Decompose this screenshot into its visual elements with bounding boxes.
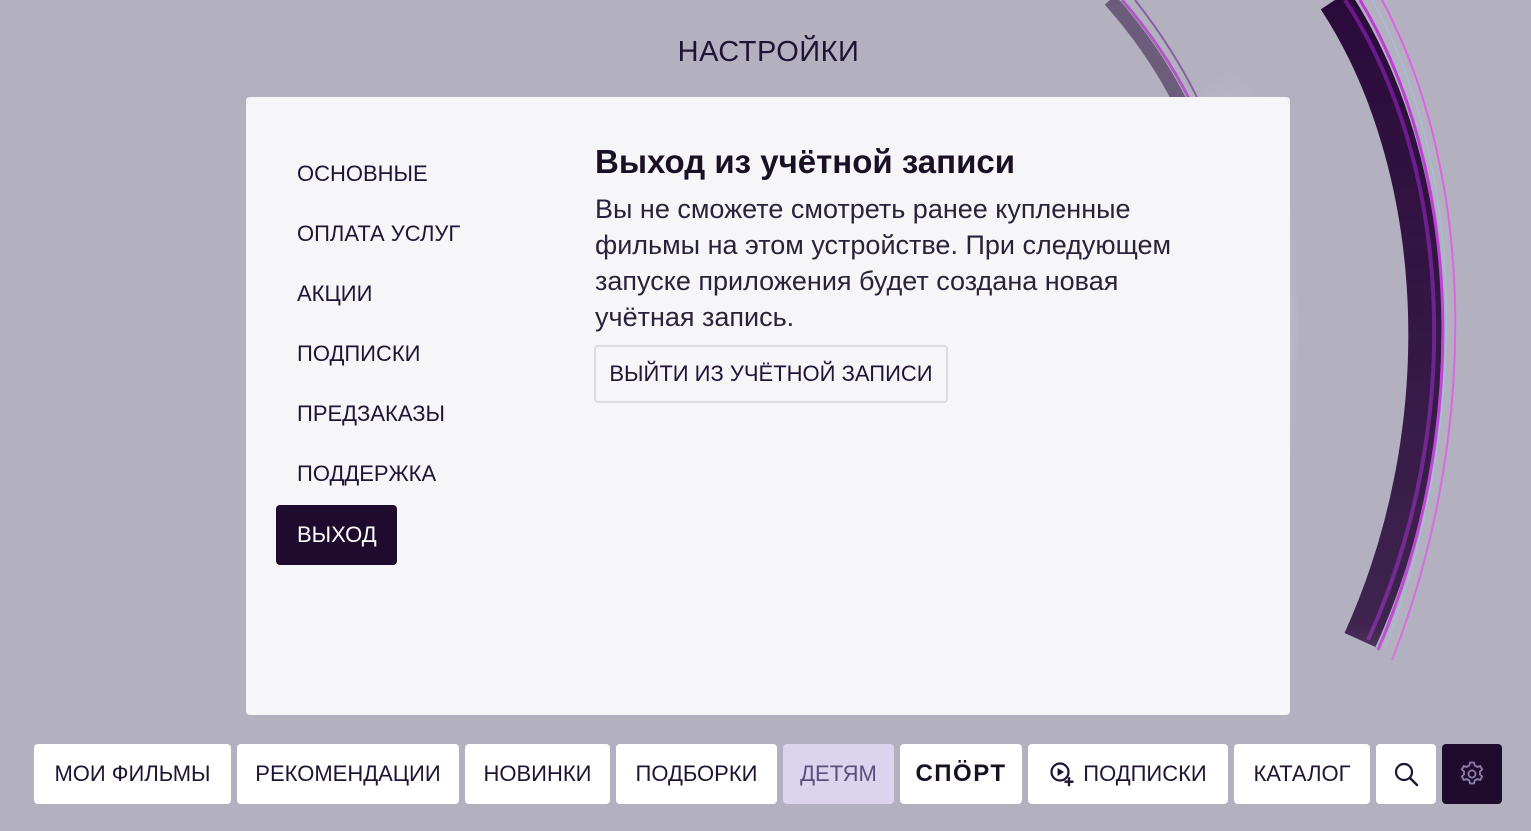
nav-subscriptions[interactable]: ПОДПИСКИ	[1028, 744, 1228, 804]
logout-button[interactable]: ВЫЙТИ ИЗ УЧЁТНОЙ ЗАПИСИ	[594, 345, 948, 403]
sidebar-item-exit[interactable]: ВЫХОД	[276, 505, 397, 565]
nav-my-movies[interactable]: МОИ ФИЛЬМЫ	[34, 744, 231, 804]
page-title: НАСТРОЙКИ	[677, 36, 860, 68]
nav-kids-label: ДЕТЯМ	[800, 761, 877, 786]
nav-catalog[interactable]: КАТАЛОГ	[1234, 744, 1370, 804]
content-title: Выход из учётной записи	[595, 143, 1015, 180]
nav-collections-label: ПОДБОРКИ	[635, 761, 758, 786]
nav-my-movies-label: МОИ ФИЛЬМЫ	[54, 761, 211, 786]
settings-panel: ОСНОВНЫЕ ОПЛАТА УСЛУГ АКЦИИ ПОДПИСКИ ПРЕ…	[246, 97, 1290, 715]
nav-search[interactable]	[1376, 744, 1436, 804]
sidebar-item-preorders[interactable]: ПРЕДЗАКАЗЫ	[276, 384, 465, 444]
nav-settings[interactable]	[1442, 744, 1502, 804]
nav-subscriptions-label: ПОДПИСКИ	[1083, 761, 1207, 786]
nav-kids[interactable]: ДЕТЯМ	[783, 744, 894, 804]
sidebar-item-subscriptions[interactable]: ПОДПИСКИ	[276, 324, 440, 384]
sidebar-item-payment[interactable]: ОПЛАТА УСЛУГ	[276, 204, 480, 264]
search-icon	[1393, 761, 1419, 787]
nav-new-label: НОВИНКИ	[483, 761, 592, 786]
nav-sport[interactable]: СПӦРТ	[900, 744, 1022, 804]
nav-sport-label: СПӦРТ	[915, 760, 1007, 787]
gear-icon	[1458, 760, 1486, 788]
content-description: Вы не сможете смотреть ранее купленные ф…	[595, 194, 1172, 332]
nav-catalog-label: КАТАЛОГ	[1253, 761, 1351, 786]
bottom-nav: МОИ ФИЛЬМЫ РЕКОМЕНДАЦИИ НОВИНКИ ПОДБОРКИ…	[0, 744, 1531, 804]
nav-new[interactable]: НОВИНКИ	[465, 744, 610, 804]
nav-recommendations-label: РЕКОМЕНДАЦИИ	[255, 761, 441, 786]
sidebar-item-promotions[interactable]: АКЦИИ	[276, 264, 392, 324]
nav-recommendations[interactable]: РЕКОМЕНДАЦИИ	[237, 744, 459, 804]
nav-collections[interactable]: ПОДБОРКИ	[616, 744, 777, 804]
sidebar-item-main[interactable]: ОСНОВНЫЕ	[276, 144, 448, 204]
play-plus-icon	[1049, 761, 1075, 787]
sidebar-item-support[interactable]: ПОДДЕРЖКА	[276, 444, 456, 504]
